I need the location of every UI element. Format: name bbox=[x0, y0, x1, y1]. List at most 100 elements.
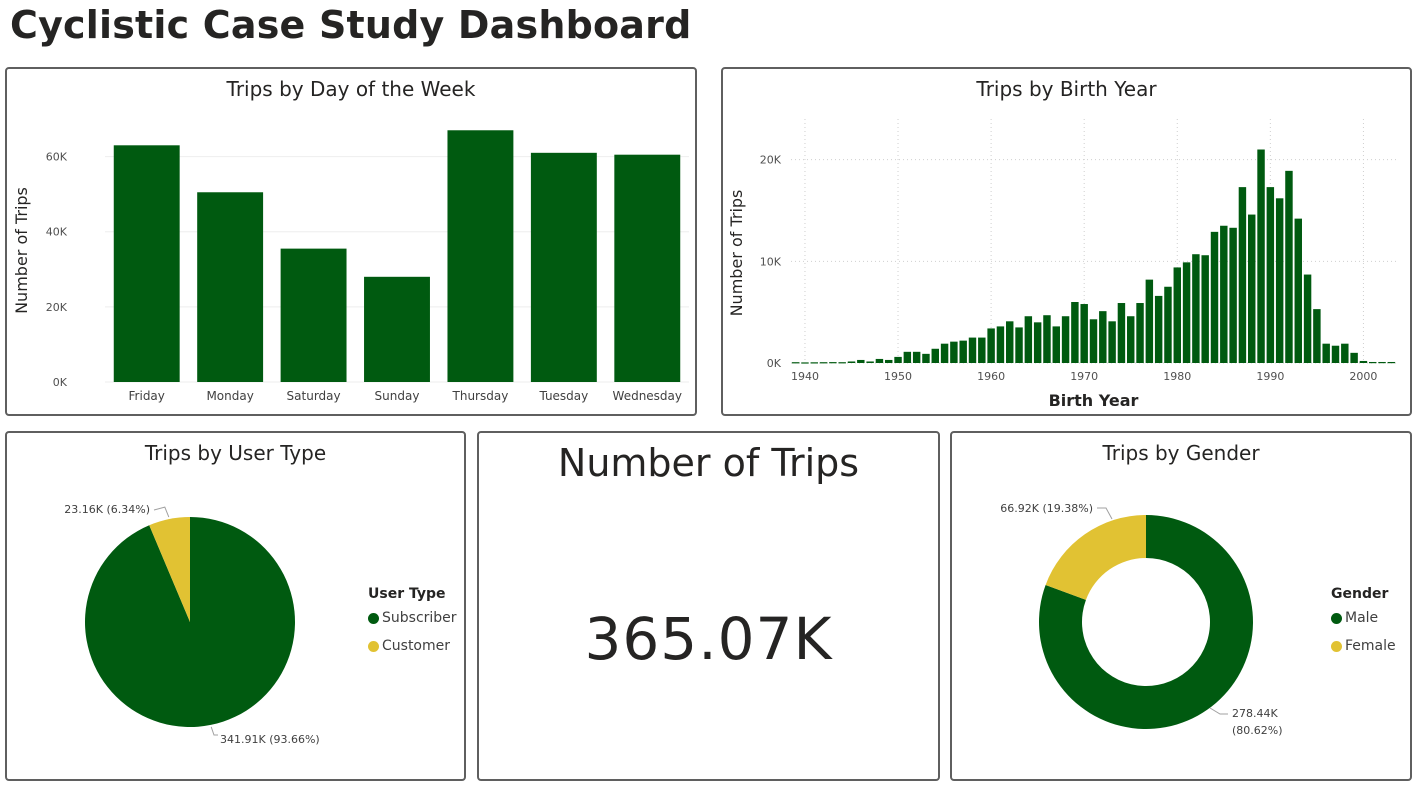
data-label-male-value: 278.44K bbox=[1232, 707, 1278, 720]
y-tick-label: 0K bbox=[767, 357, 782, 370]
bar-1939 bbox=[791, 362, 800, 364]
x-tick-label: Saturday bbox=[287, 389, 341, 403]
day-of-week-chart[interactable]: 0K 20K 40K 60K Number of Trips Friday Monday Sa… bbox=[7, 69, 695, 414]
page-title: Cyclistic Case Study Dashboard bbox=[10, 3, 692, 47]
data-label-customer: 23.16K (6.34%) bbox=[64, 503, 150, 516]
bar-tuesday bbox=[530, 152, 597, 382]
birth-year-chart[interactable]: 0K 10K 20K 1940 1950 1960 1970 1980 1990 2000 Numb… bbox=[723, 69, 1410, 414]
female-swatch-icon bbox=[1331, 640, 1342, 652]
bar-sunday bbox=[364, 276, 430, 382]
bar-1981 bbox=[1182, 262, 1191, 363]
x-axis-title: Birth Year bbox=[1049, 391, 1139, 410]
bar-1962 bbox=[1006, 321, 1014, 363]
bar-1999 bbox=[1350, 352, 1358, 363]
y-axis-title: Number of Trips bbox=[12, 187, 31, 314]
legend-item-subscriber[interactable]: Subscriber bbox=[368, 610, 457, 626]
legend-label-customer: Customer bbox=[382, 638, 451, 654]
bar-2002 bbox=[1378, 361, 1386, 364]
bar-1996 bbox=[1322, 343, 1330, 363]
day-of-week-card[interactable]: Trips by Day of the Week 0K 20K 40K 60K Numb… bbox=[5, 67, 697, 416]
leader-line bbox=[210, 726, 218, 736]
bar-1975 bbox=[1127, 316, 1135, 363]
bar-1953 bbox=[922, 353, 930, 363]
bar-1982 bbox=[1192, 254, 1200, 363]
y-tick-label: 10K bbox=[760, 255, 782, 268]
x-tick-label: 1940 bbox=[791, 370, 819, 383]
bar-wednesday bbox=[614, 154, 681, 382]
bar-1979 bbox=[1164, 286, 1172, 363]
leader-line bbox=[153, 506, 170, 518]
x-tick-label: Thursday bbox=[452, 389, 509, 403]
bar-1956 bbox=[950, 341, 958, 363]
data-label-female: 66.92K (19.38%) bbox=[1000, 502, 1093, 515]
legend-item-customer[interactable]: Customer bbox=[368, 638, 450, 654]
bar-2001 bbox=[1369, 361, 1377, 364]
bar-1995 bbox=[1313, 309, 1321, 363]
bar-1980 bbox=[1173, 267, 1181, 363]
bar-1997 bbox=[1331, 345, 1340, 363]
leader-line bbox=[1097, 507, 1113, 520]
gender-chart[interactable]: 66.92K (19.38%) 278.44K (80.62%) bbox=[952, 433, 1327, 779]
bar-1954 bbox=[931, 348, 939, 363]
bar-1973 bbox=[1108, 321, 1116, 363]
bar-1970 bbox=[1080, 304, 1088, 363]
x-tick-label: 1980 bbox=[1163, 370, 1191, 383]
bar-1951 bbox=[903, 351, 912, 363]
bar-1983 bbox=[1201, 255, 1209, 363]
bar-1990 bbox=[1266, 187, 1275, 363]
y-tick-label: 20K bbox=[760, 154, 782, 167]
bar-1972 bbox=[1099, 311, 1107, 363]
x-tick-label: 1950 bbox=[884, 370, 912, 383]
user-type-chart[interactable]: 23.16K (6.34%) 341.91K (93.66%) bbox=[7, 433, 367, 779]
kpi-value: 365.07K bbox=[584, 605, 833, 673]
bar-1947 bbox=[866, 361, 874, 363]
x-tick-label: 1960 bbox=[977, 370, 1005, 383]
y-tick-label: 40K bbox=[46, 226, 68, 239]
bar-1959 bbox=[978, 337, 986, 363]
bar-1941 bbox=[810, 362, 818, 364]
y-tick-label: 0K bbox=[53, 376, 68, 389]
bar-1960 bbox=[987, 328, 995, 363]
x-tick-label: Tuesday bbox=[538, 389, 588, 403]
legend-label-female: Female bbox=[1345, 638, 1396, 654]
data-label-subscriber: 341.91K (93.66%) bbox=[220, 733, 320, 746]
bar-1965 bbox=[1033, 322, 1042, 363]
x-tick-label: Sunday bbox=[375, 389, 420, 403]
x-tick-label: Friday bbox=[129, 389, 165, 403]
user-type-legend-title: User Type bbox=[368, 586, 446, 602]
bar-1967 bbox=[1052, 326, 1060, 363]
bar-1976 bbox=[1136, 303, 1144, 363]
bar-1955 bbox=[940, 343, 949, 363]
bar-saturday bbox=[280, 248, 347, 382]
bar-1969 bbox=[1071, 302, 1079, 363]
bar-1952 bbox=[912, 351, 921, 363]
bar-1968 bbox=[1061, 316, 1070, 363]
subscriber-swatch-icon bbox=[368, 612, 379, 624]
bar-thursday bbox=[447, 130, 514, 382]
kpi-card[interactable]: Number of Trips 365.07K bbox=[477, 431, 940, 781]
bar-monday bbox=[197, 192, 264, 382]
legend-item-male[interactable]: Male bbox=[1331, 610, 1378, 626]
y-axis-title: Number of Trips bbox=[727, 190, 746, 317]
bar-1940 bbox=[801, 362, 809, 364]
x-tick-label: 2000 bbox=[1349, 370, 1377, 383]
bar-1950 bbox=[894, 356, 902, 363]
bar-1945 bbox=[847, 361, 856, 363]
bar-1942 bbox=[819, 362, 828, 364]
slice-female bbox=[1045, 515, 1146, 600]
bar-1987 bbox=[1238, 187, 1247, 363]
gender-card[interactable]: Trips by Gender 66.92K (19.38%) 278.44K (8… bbox=[950, 431, 1412, 781]
bar-1992 bbox=[1285, 170, 1293, 363]
legend-item-female[interactable]: Female bbox=[1331, 638, 1396, 654]
data-label-male-percent: (80.62%) bbox=[1232, 724, 1283, 737]
bar-1944 bbox=[838, 362, 846, 364]
bar-1978 bbox=[1154, 295, 1163, 363]
bar-1998 bbox=[1341, 343, 1349, 363]
x-tick-label: Wednesday bbox=[613, 389, 682, 403]
user-type-card[interactable]: Trips by User Type 23.16K (6.34%) 341.91K… bbox=[5, 431, 466, 781]
bar-1946 bbox=[857, 359, 865, 363]
bar-1974 bbox=[1117, 303, 1126, 363]
gender-legend-title: Gender bbox=[1331, 586, 1389, 602]
birth-year-card[interactable]: Trips by Birth Year 0K 10K 20K 1940 1950 1960… bbox=[721, 67, 1412, 416]
bar-1943 bbox=[829, 362, 837, 364]
